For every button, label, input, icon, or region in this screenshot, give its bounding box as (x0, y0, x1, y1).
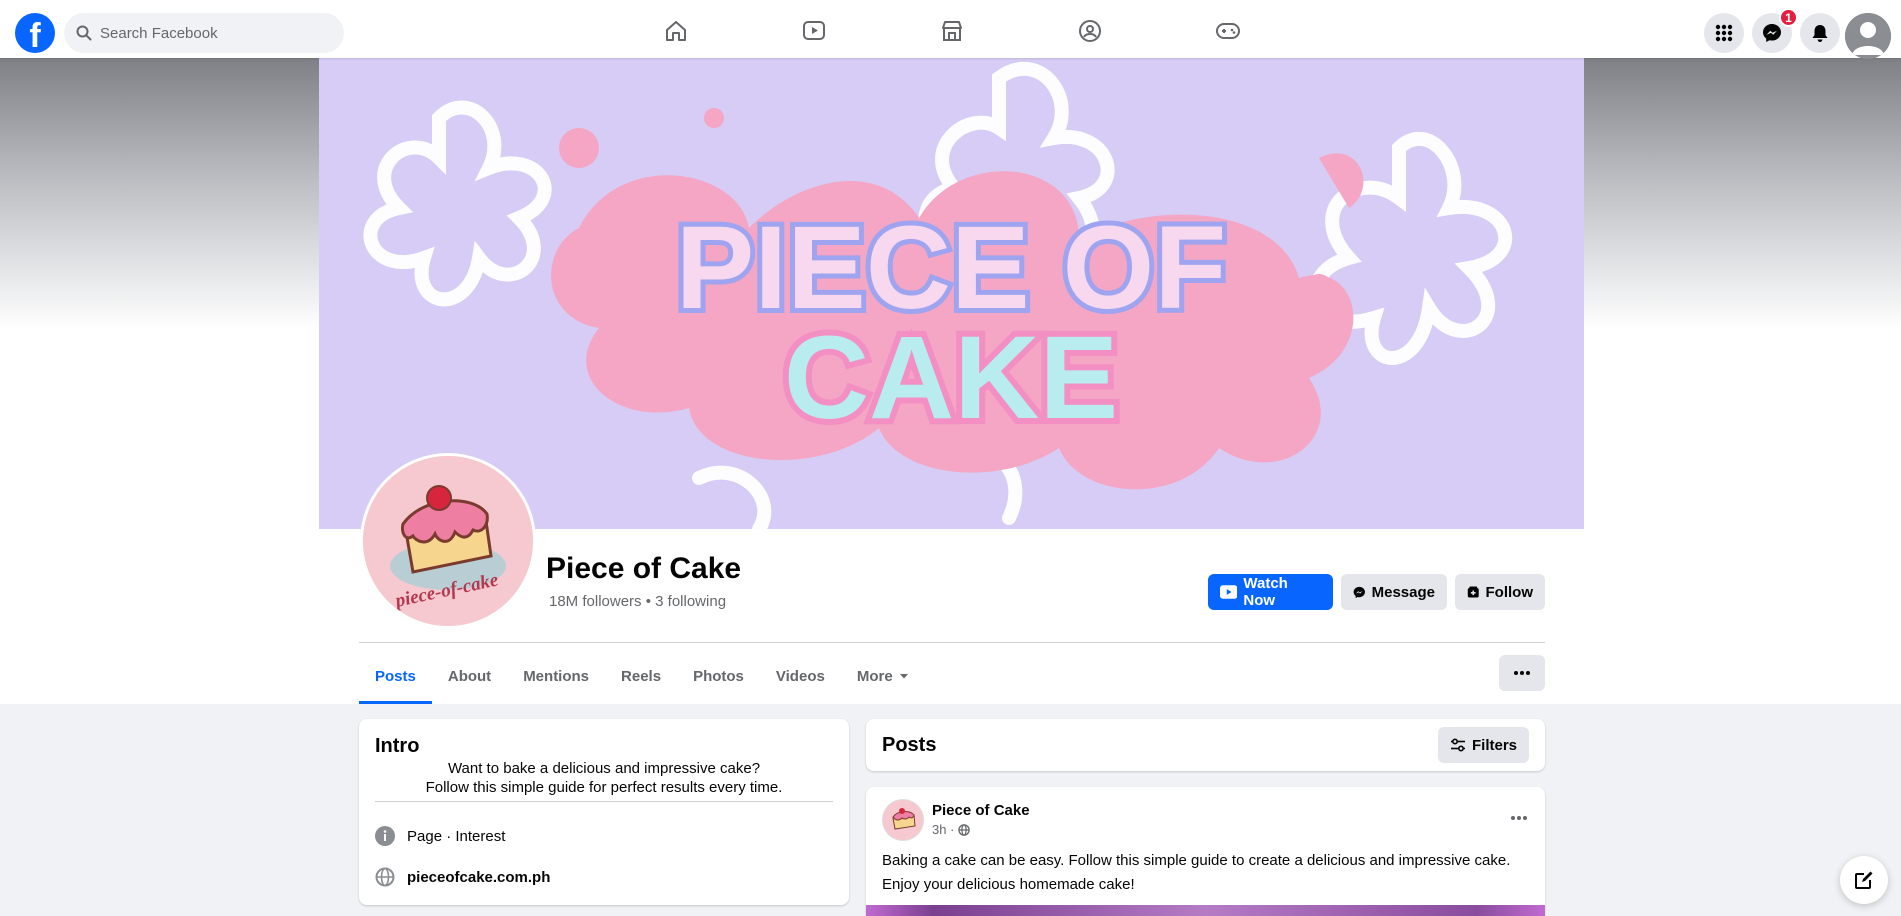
filters-button[interactable]: Filters (1437, 727, 1529, 763)
stats-separator: • (645, 593, 651, 610)
post-timestamp[interactable]: 3h · (932, 822, 954, 837)
default-user-icon (1845, 13, 1891, 59)
post-options-button[interactable] (1511, 807, 1527, 825)
intro-divider (375, 801, 833, 802)
more-options-button[interactable] (1499, 655, 1545, 691)
compose-icon (1855, 871, 1873, 889)
intro-website-link[interactable]: pieceofcake.com.ph (407, 869, 550, 886)
video-play-icon (1220, 585, 1238, 599)
intro-website-row: pieceofcake.com.ph (375, 867, 550, 887)
grid-icon (1715, 24, 1733, 42)
menu-grid-button[interactable] (1704, 13, 1744, 53)
following-count[interactable]: 3 following (655, 593, 726, 610)
messenger-notification-badge: 1 (1779, 8, 1798, 27)
post-author-name[interactable]: Piece of Cake (932, 802, 1030, 819)
marketplace-icon[interactable] (938, 17, 966, 45)
message-button[interactable]: Message (1341, 574, 1447, 610)
message-label: Message (1371, 583, 1435, 601)
post-card: Piece of Cake 3h · Baking a cake can be … (866, 787, 1545, 916)
watch-now-label: Watch Now (1243, 575, 1288, 609)
post-image[interactable] (866, 905, 1545, 916)
header-divider (359, 642, 1545, 643)
cake-logo-small-icon (883, 800, 923, 840)
globe-icon (958, 823, 971, 836)
ellipsis-icon (1511, 816, 1527, 820)
watch-now-button[interactable]: Watch Now (1208, 574, 1333, 610)
intro-bio-line1: Want to bake a delicious and impressive … (447, 760, 761, 777)
facebook-logo-letter: f (29, 17, 41, 55)
follow-icon (1467, 586, 1479, 598)
post-meta: 3h · (932, 822, 971, 837)
cover-title-line2: CAKE (784, 312, 1118, 444)
follower-stats: 18M followers • 3 following (549, 593, 726, 610)
messenger-button[interactable]: 1 (1752, 8, 1798, 53)
messenger-icon (1353, 586, 1365, 598)
cover-photo[interactable]: PIECE OF CAKE (319, 58, 1584, 529)
ellipsis-icon (1514, 671, 1530, 675)
post-text-line2: Enjoy your delicious homemade cake! (882, 876, 1135, 893)
messenger-icon (1763, 24, 1781, 42)
caret-down-icon (899, 674, 908, 679)
tab-reels[interactable]: Reels (605, 648, 677, 704)
posts-header-card: Posts Filters (866, 719, 1545, 771)
intro-bio: Want to bake a delicious and impressive … (375, 759, 833, 797)
post-author-avatar[interactable] (882, 799, 924, 841)
follow-label: Follow (1485, 583, 1534, 601)
tab-more-label: More (856, 667, 893, 685)
intro-category-row: Page · Interest (375, 826, 505, 846)
cake-logo-icon: piece-of-cake (363, 456, 533, 626)
globe-icon (375, 867, 395, 887)
facebook-logo[interactable]: f (15, 13, 55, 53)
search-icon (76, 25, 92, 41)
tab-posts[interactable]: Posts (359, 648, 432, 704)
follow-button[interactable]: Follow (1455, 574, 1545, 610)
post-body: Baking a cake can be easy. Follow this s… (882, 849, 1529, 897)
tab-more[interactable]: More (841, 648, 926, 704)
video-icon[interactable] (800, 17, 828, 45)
search-input[interactable] (100, 24, 320, 42)
tab-photos[interactable]: Photos (677, 648, 760, 704)
intro-title: Intro (375, 735, 420, 757)
account-avatar[interactable] (1845, 13, 1891, 59)
gaming-icon[interactable] (1214, 17, 1242, 45)
new-message-button[interactable] (1840, 856, 1888, 904)
bell-icon (1812, 25, 1828, 42)
post-text-line1: Baking a cake can be easy. Follow this s… (882, 852, 1511, 869)
intro-category: Page · Interest (407, 827, 506, 845)
followers-count[interactable]: 18M followers (549, 593, 642, 610)
home-icon[interactable] (662, 17, 690, 45)
page-title: Piece of Cake (546, 552, 742, 585)
tab-mentions[interactable]: Mentions (507, 648, 605, 704)
info-icon (375, 826, 395, 846)
posts-section-title: Posts (882, 734, 937, 756)
notifications-button[interactable] (1800, 13, 1840, 53)
tab-about[interactable]: About (432, 648, 507, 704)
top-navigation-bar: f 1 (0, 0, 1901, 59)
sliders-icon (1450, 738, 1465, 752)
intro-card: Intro Want to bake a delicious and impre… (359, 719, 849, 905)
intro-bio-line2: Follow this simple guide for perfect res… (425, 779, 783, 796)
profile-tabs: Posts About Mentions Reels Photos Videos… (359, 648, 926, 704)
filters-label: Filters (1471, 736, 1517, 754)
cover-artwork: PIECE OF CAKE (319, 58, 1584, 529)
search-box[interactable] (64, 13, 344, 53)
profile-picture[interactable]: piece-of-cake (360, 453, 536, 629)
tab-videos[interactable]: Videos (760, 648, 841, 704)
groups-icon[interactable] (1076, 17, 1104, 45)
